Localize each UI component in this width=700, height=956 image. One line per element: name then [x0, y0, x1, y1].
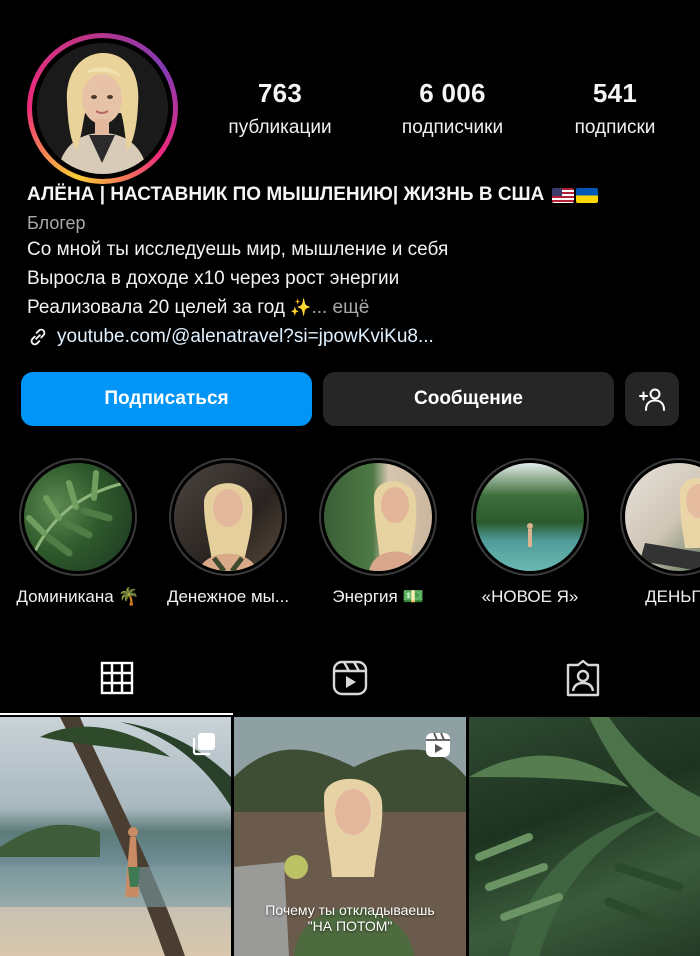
profile-category: Блогер	[27, 213, 86, 233]
stat-followers-count: 6 006	[419, 78, 486, 108]
highlight-item[interactable]: ДЕНЬГИ	[604, 458, 700, 607]
ukraine-flag-icon	[576, 187, 599, 203]
highlight-item[interactable]: Доминикана 🌴	[3, 458, 153, 607]
carousel-icon	[192, 733, 215, 756]
bio-line-3-row: Реализовала 20 целей за год ✨... ещё	[27, 293, 690, 322]
link-icon	[30, 328, 46, 345]
bio-line-2: Выросла в доходе х10 через рост энергии	[27, 268, 400, 289]
profile-name: АЛЁНА | НАСТАВНИК ПО МЫШЛЕНИЮ| ЖИЗНЬ В С…	[27, 184, 545, 205]
highlight-label: Денежное мы...	[166, 587, 290, 606]
portrait-icon	[640, 478, 700, 571]
profile-bio: АЛЁНА | НАСТАВНИК ПО МЫШЛЕНИЮ| ЖИЗНЬ В С…	[27, 183, 690, 351]
stat-posts-label: публикации	[228, 117, 332, 138]
flags	[552, 187, 599, 203]
reel-caption-line-2: "НА ПОТОМ"	[307, 918, 393, 934]
highlight-ring	[19, 458, 137, 576]
profile-link[interactable]: youtube.com/@alenatravel?si=jpowKviKu8..…	[27, 322, 690, 351]
stat-following-label: подписки	[574, 117, 656, 138]
highlight-ring	[319, 458, 437, 576]
post-grid: Почему ты откладываешь "НА ПОТОМ"	[0, 717, 700, 956]
palm-leaves-icon	[26, 470, 125, 557]
reels-icon	[332, 660, 368, 695]
waterfall-scene-icon	[527, 523, 533, 547]
tab-reels[interactable]	[233, 640, 466, 715]
highlight-item[interactable]: Денежное мы...	[153, 458, 303, 607]
tab-tagged[interactable]	[467, 640, 700, 715]
tab-posts[interactable]	[0, 640, 234, 715]
profile-stats: 763 публикации 6 006 подписчики 541 подп…	[205, 78, 680, 139]
tagged-icon	[567, 659, 600, 696]
highlight-item[interactable]: Энергия 💵	[303, 458, 453, 607]
highlight-label: «НОВОЕ Я»	[481, 587, 579, 606]
add-user-icon	[639, 388, 665, 411]
highlight-cover	[24, 463, 132, 571]
highlight-ring	[620, 458, 700, 576]
highlight-cover	[625, 463, 700, 571]
reel-caption-line-1: Почему ты откладываешь	[265, 902, 435, 918]
bio-line-3: Реализовала 20 целей за год	[27, 297, 285, 318]
highlight-ring	[169, 458, 287, 576]
follow-button[interactable]: Подписаться	[21, 372, 312, 426]
highlight-label: Энергия 💵	[332, 587, 424, 606]
stat-posts-count: 763	[257, 78, 303, 108]
highlight-cover	[476, 463, 584, 571]
highlight-label: ДЕНЬГИ	[645, 587, 700, 606]
dizzy-star-icon: ✨	[290, 298, 312, 317]
bio-more-link[interactable]: ... ещё	[311, 297, 369, 318]
post-thumbnail[interactable]	[469, 717, 700, 956]
profile-actions: Подписаться Сообщение	[21, 372, 680, 426]
highlight-label: Доминикана 🌴	[16, 587, 140, 606]
grid-icon	[100, 661, 133, 694]
bio-line-1: Со мной ты исследуешь мир, мышление и се…	[27, 239, 449, 260]
portrait-icon	[369, 481, 422, 571]
stat-following[interactable]: 541 подписки	[550, 78, 680, 139]
us-flag-icon	[552, 187, 575, 203]
stat-followers-label: подписчики	[401, 117, 504, 138]
highlight-ring	[471, 458, 589, 576]
highlight-item[interactable]: «НОВОЕ Я»	[455, 458, 605, 607]
portrait-icon	[199, 483, 257, 571]
stat-followers[interactable]: 6 006 подписчики	[378, 78, 528, 139]
story-highlights: Доминикана 🌴 Денежное мы... Энергия 💵 «Н…	[0, 458, 700, 608]
highlight-cover	[174, 463, 282, 571]
avatar-border	[32, 38, 173, 179]
profile-tabs	[0, 640, 700, 715]
reel-icon	[426, 732, 450, 757]
avatar	[37, 43, 168, 174]
stat-following-count: 541	[592, 78, 638, 108]
profile-link-text: youtube.com/@alenatravel?si=jpowKviKu8..…	[57, 326, 434, 347]
message-button[interactable]: Сообщение	[323, 372, 614, 426]
stat-posts[interactable]: 763 публикации	[205, 78, 355, 139]
reel-caption: Почему ты откладываешь "НА ПОТОМ"	[234, 902, 466, 934]
palm-leaves-photo	[469, 717, 700, 956]
highlight-cover	[324, 463, 432, 571]
suggested-accounts-button[interactable]	[625, 372, 679, 426]
post-thumbnail[interactable]: Почему ты откладываешь "НА ПОТОМ"	[234, 717, 466, 956]
profile-avatar-story-ring[interactable]	[27, 33, 178, 184]
profile-name-row: АЛЁНА | НАСТАВНИК ПО МЫШЛЕНИЮ| ЖИЗНЬ В С…	[27, 183, 690, 207]
avatar-portrait-icon	[37, 43, 168, 174]
post-thumbnail[interactable]	[0, 717, 231, 956]
